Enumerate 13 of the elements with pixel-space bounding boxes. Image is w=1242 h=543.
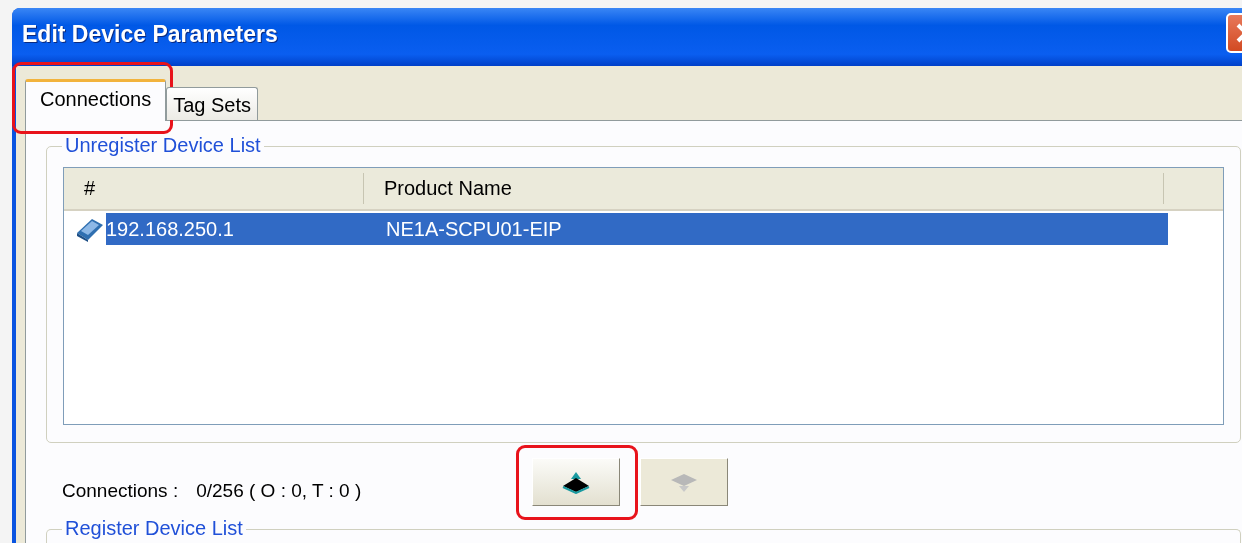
list-row[interactable]: 192.168.250.1 NE1A-SCPU01-EIP [106,213,1168,245]
window-title: Edit Device Parameters [22,20,278,48]
group-title: Unregister Device List [62,134,264,157]
connections-value: 0/256 ( O : 0, T : 0 ) [196,480,362,502]
tab[interactable]: Connections [25,79,167,121]
column-header[interactable]: Product Name [364,173,1164,204]
register-button[interactable] [532,458,620,506]
tab[interactable]: Tag Sets [166,87,258,120]
column-header[interactable]: # [64,173,364,204]
connections-label: Connections : [62,480,179,502]
table-cell: NE1A-SCPU01-EIP [386,217,562,241]
table-cell-text: 192.168.250.1 [106,217,235,241]
group-title: Register Device List [62,517,246,540]
